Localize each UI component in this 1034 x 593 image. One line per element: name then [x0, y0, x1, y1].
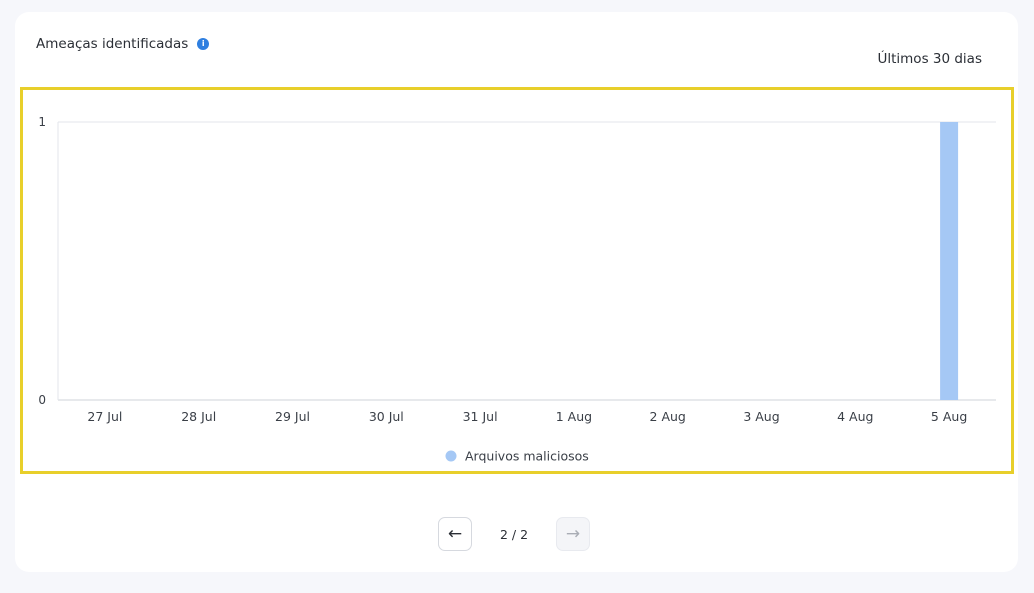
x-tick-label: 2 Aug: [650, 409, 686, 424]
y-tick-label: 1: [38, 115, 46, 129]
x-tick-label: 27 Jul: [87, 409, 122, 424]
x-tick-label: 3 Aug: [743, 409, 779, 424]
x-tick-label: 1 Aug: [556, 409, 592, 424]
bar-chart: 0 1 27 Jul 28 Jul 29 Jul 30 Jul 31 Jul 1 Aug 2 A…: [38, 115, 996, 464]
arrow-right-icon: →: [565, 524, 581, 544]
arrow-left-icon: ←: [447, 524, 463, 544]
x-tick-label: 30 Jul: [369, 409, 404, 424]
y-tick-label: 0: [38, 393, 46, 407]
time-range-label: Últimos 30 dias: [877, 51, 982, 67]
x-tick-label: 31 Jul: [463, 409, 498, 424]
pagination: ← 2 / 2 →: [438, 515, 598, 553]
page-indicator: 2 / 2: [499, 526, 529, 542]
card-title-text: Ameaças identificadas: [36, 36, 189, 52]
chart-highlight-frame: 0 1 27 Jul 28 Jul 29 Jul 30 Jul 31 Jul 1 Aug 2 A…: [20, 87, 1014, 474]
threats-card: Ameaças identificadas i Últimos 30 dias …: [15, 12, 1018, 572]
x-tick-label: 29 Jul: [275, 409, 310, 424]
x-tick-label: 5 Aug: [931, 409, 967, 424]
legend-label: Arquivos maliciosos: [465, 449, 589, 464]
previous-page-button[interactable]: ←: [438, 517, 472, 551]
next-page-button[interactable]: →: [556, 517, 590, 551]
card-title: Ameaças identificadas i: [36, 36, 210, 52]
x-tick-label: 4 Aug: [837, 409, 873, 424]
info-icon[interactable]: i: [197, 38, 210, 50]
bar: [940, 122, 959, 400]
x-tick-label: 28 Jul: [181, 409, 216, 424]
legend-marker: [445, 450, 457, 462]
